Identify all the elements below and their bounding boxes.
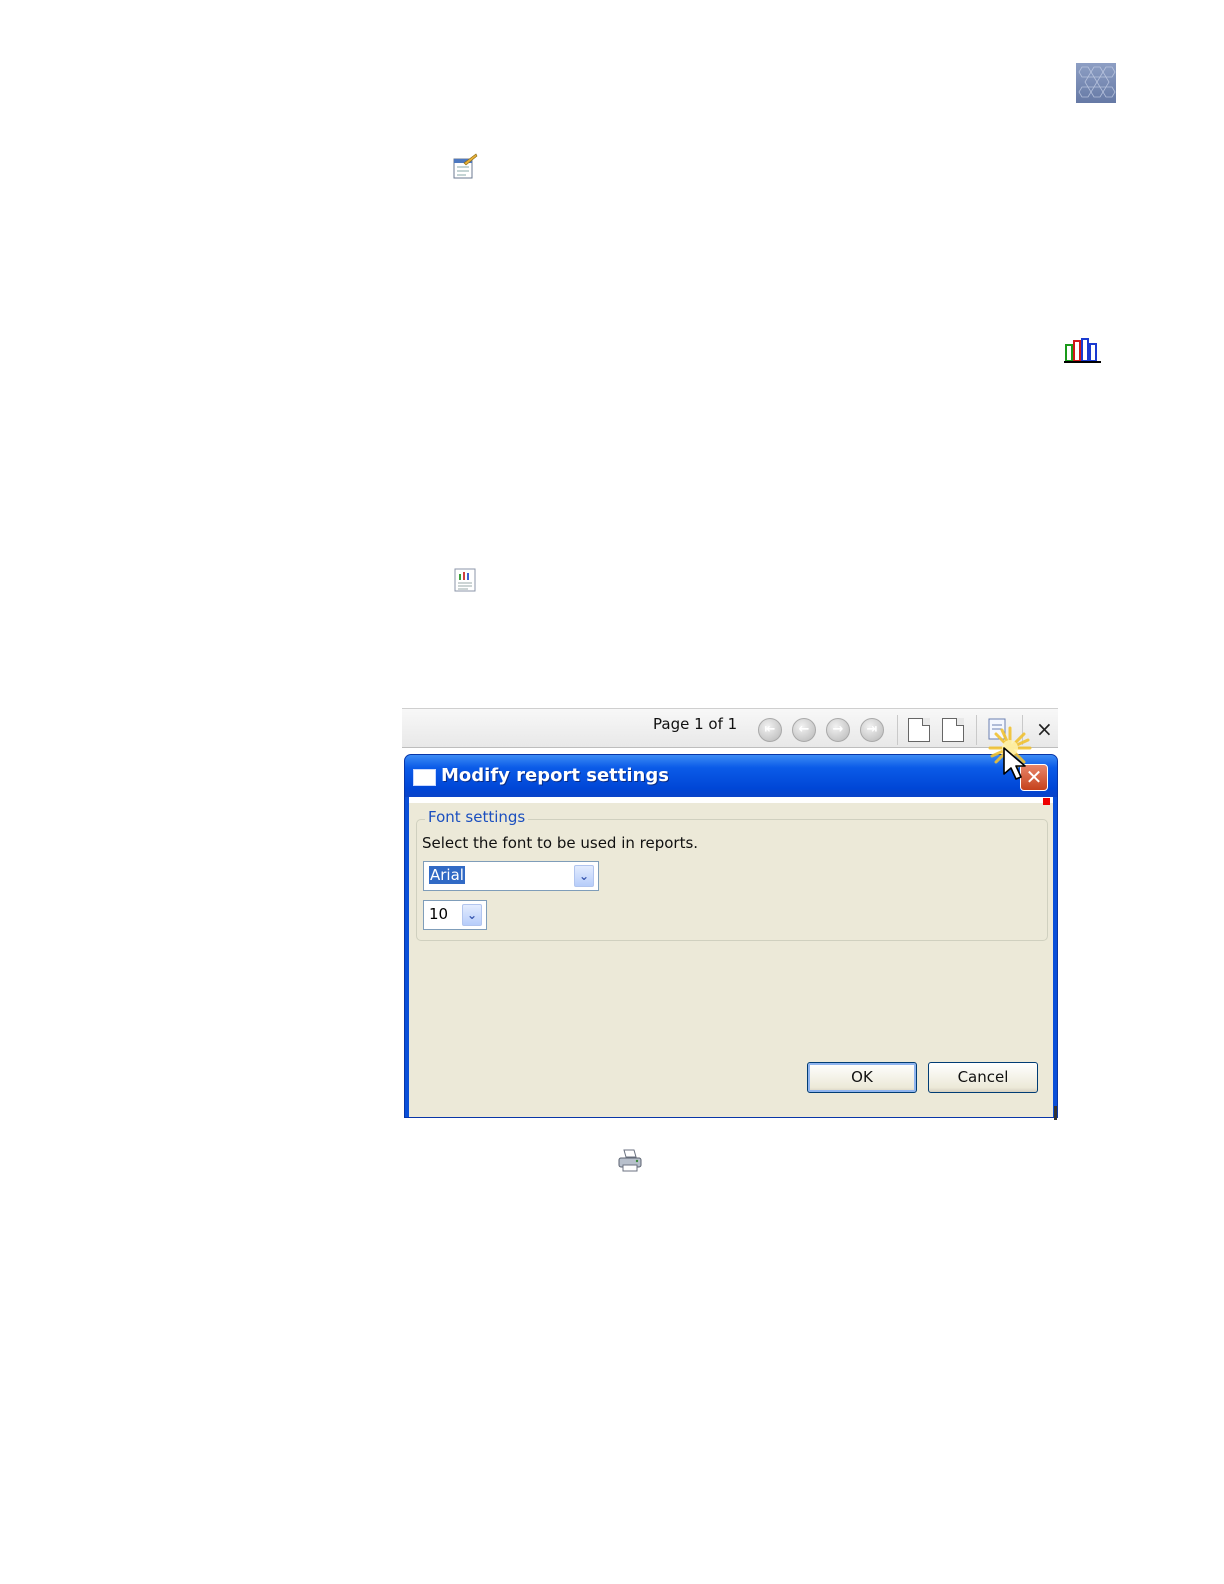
printer-icon <box>618 1149 642 1172</box>
close-report-button[interactable]: × <box>1036 717 1053 741</box>
dialog-body: Font settings Select the font to be used… <box>409 797 1053 1117</box>
toolbar-separator <box>976 715 977 745</box>
dialog-title: Modify report settings <box>441 765 669 786</box>
font-instructions: Select the font to be used in reports. <box>422 834 699 852</box>
report-window-screenshot: Page 1 of 1 ⇤ ← → ⇥ × Modify report sett… <box>402 706 1058 1120</box>
ok-button[interactable]: OK <box>807 1062 917 1093</box>
document-edit-icon <box>453 153 478 179</box>
dialog-titlebar[interactable]: Modify report settings ✕ <box>405 755 1057 797</box>
single-page-view-button[interactable] <box>908 718 930 742</box>
font-size-select[interactable]: 10 ⌄ <box>423 900 487 930</box>
resize-marker <box>1043 798 1050 805</box>
page-fold-icon <box>922 718 930 726</box>
hexagon-logo-icon <box>1076 63 1116 103</box>
first-page-icon: ⇤ <box>764 722 776 737</box>
font-settings-label: Font settings <box>425 808 529 826</box>
mouse-cursor-icon <box>1003 747 1026 780</box>
window-icon <box>413 769 436 786</box>
previous-page-icon: ← <box>798 722 810 737</box>
cancel-button[interactable]: Cancel <box>928 1062 1038 1093</box>
first-page-button[interactable]: ⇤ <box>758 718 782 742</box>
previous-page-button[interactable]: ← <box>792 718 816 742</box>
bar-chart-icon <box>1064 338 1101 363</box>
font-size-value: 10 <box>429 905 449 923</box>
chevron-down-icon[interactable]: ⌄ <box>462 904 482 926</box>
last-page-button[interactable]: ⇥ <box>860 718 884 742</box>
last-page-icon: ⇥ <box>866 722 878 737</box>
report-toolbar: Page 1 of 1 ⇤ ← → ⇥ × <box>402 708 1058 748</box>
modify-report-settings-dialog: Modify report settings ✕ Font settings S… <box>404 754 1058 1118</box>
next-page-button[interactable]: → <box>826 718 850 742</box>
font-family-select[interactable]: Arial ⌄ <box>423 861 599 891</box>
page-indicator: Page 1 of 1 <box>653 715 738 733</box>
page-width-view-button[interactable] <box>942 718 964 742</box>
page-fold-icon <box>956 718 964 726</box>
font-family-value: Arial <box>429 866 465 884</box>
edge-marker <box>1054 1106 1057 1120</box>
next-page-icon: → <box>832 722 844 737</box>
chevron-down-icon[interactable]: ⌄ <box>574 865 594 887</box>
report-icon <box>454 568 476 592</box>
font-settings-group: Font settings Select the font to be used… <box>416 808 1048 941</box>
toolbar-separator <box>897 715 898 745</box>
